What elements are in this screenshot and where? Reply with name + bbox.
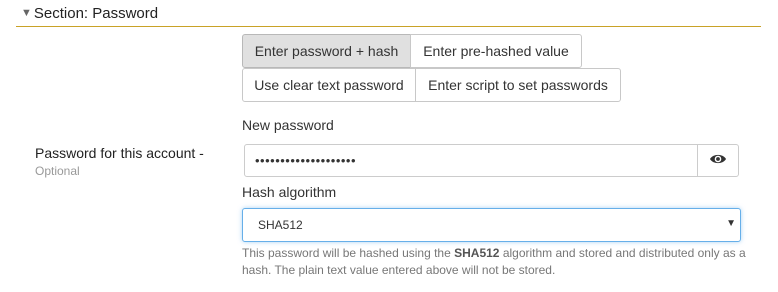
optional-label: Optional: [35, 164, 80, 178]
section-header[interactable]: ▼ Section: Password: [16, 0, 761, 27]
new-password-input[interactable]: [244, 144, 698, 177]
help-algorithm: SHA512: [454, 246, 500, 260]
enter-prehashed-value-button[interactable]: Enter pre-hashed value: [410, 34, 582, 68]
account-password-label: Password for this account -: [35, 145, 204, 161]
hash-algorithm-select[interactable]: SHA512 ▼: [242, 208, 741, 242]
triangle-down-icon[interactable]: ▼: [21, 7, 32, 19]
section-title: Section: Password: [33, 4, 159, 22]
hash-algorithm-value: SHA512: [258, 218, 303, 232]
hash-help-text: This password will be hashed using the S…: [242, 246, 746, 277]
show-password-button[interactable]: [697, 144, 739, 177]
hash-algorithm-label: Hash algorithm: [242, 184, 337, 200]
caret-down-icon: ▼: [726, 218, 736, 229]
eye-icon: [709, 152, 727, 170]
enter-password-hash-button[interactable]: Enter password + hash: [242, 34, 411, 68]
new-password-label: New password: [242, 117, 334, 133]
use-clear-text-password-button[interactable]: Use clear text password: [242, 68, 416, 102]
enter-script-button[interactable]: Enter script to set passwords: [415, 68, 621, 102]
